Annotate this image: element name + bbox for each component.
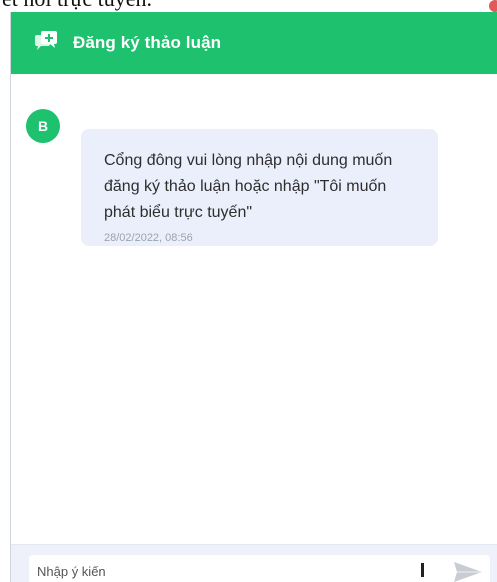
chat-widget: Đăng ký thảo luận B Cổng đông vui lòng n… — [10, 12, 497, 582]
message-input[interactable] — [37, 561, 387, 581]
send-button[interactable] — [451, 559, 485, 582]
chat-plus-icon — [33, 31, 59, 55]
message-bubble: Cổng đông vui lòng nhập nội dung muốn đă… — [81, 129, 438, 246]
close-icon[interactable] — [489, 0, 497, 12]
bot-avatar: B — [26, 109, 60, 143]
message-list: B Cổng đông vui lòng nhập nội dung muốn … — [11, 74, 497, 544]
page: ết nối trực tuyến. Đăng ký thảo luận B C… — [0, 0, 497, 582]
chat-title: Đăng ký thảo luận — [73, 33, 222, 52]
background-document-text: ết nối trực tuyến. — [0, 0, 497, 12]
text-cursor-icon — [421, 563, 424, 577]
message-text: Cổng đông vui lòng nhập nội dung muốn đă… — [104, 152, 393, 221]
input-bar — [11, 544, 497, 582]
message-timestamp: 28/02/2022, 08:56 — [104, 232, 193, 244]
chat-header: Đăng ký thảo luận — [11, 12, 497, 74]
send-icon — [454, 562, 482, 582]
input-box — [29, 555, 490, 582]
